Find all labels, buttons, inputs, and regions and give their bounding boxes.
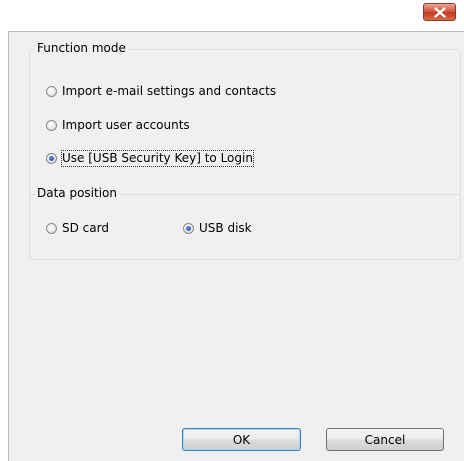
close-x-icon: [434, 7, 446, 18]
radio-import-email[interactable]: Import e-mail settings and contacts: [46, 83, 276, 99]
radio-usb-security-key[interactable]: Use [USB Security Key] to Login: [46, 149, 254, 167]
radio-import-user-accounts[interactable]: Import user accounts: [46, 117, 190, 133]
cancel-button[interactable]: Cancel: [326, 428, 444, 451]
radio-sd-card-label: SD card: [62, 220, 109, 235]
radio-import-email-label: Import e-mail settings and contacts: [62, 83, 277, 98]
radio-sd-card[interactable]: SD card: [46, 220, 109, 236]
radio-button-checked-icon[interactable]: [183, 222, 194, 234]
close-button[interactable]: [423, 3, 456, 21]
radio-button-icon[interactable]: [46, 222, 57, 234]
radio-usb-security-key-label: Use [USB Security Key] to Login: [61, 149, 254, 167]
radio-button-icon[interactable]: [46, 85, 57, 97]
function-mode-title: Function mode: [35, 41, 128, 56]
dialog-client-area: Function mode Import e-mail settings and…: [8, 31, 464, 461]
data-position-title: Data position: [35, 186, 119, 201]
radio-import-user-accounts-label: Import user accounts: [62, 117, 190, 132]
radio-button-icon[interactable]: [46, 119, 57, 131]
ok-button[interactable]: OK: [182, 428, 301, 451]
title-bar: [0, 0, 464, 31]
radio-usb-disk-label: USB disk: [199, 220, 252, 235]
radio-button-checked-icon[interactable]: [46, 152, 57, 164]
radio-usb-disk[interactable]: USB disk: [183, 220, 252, 236]
